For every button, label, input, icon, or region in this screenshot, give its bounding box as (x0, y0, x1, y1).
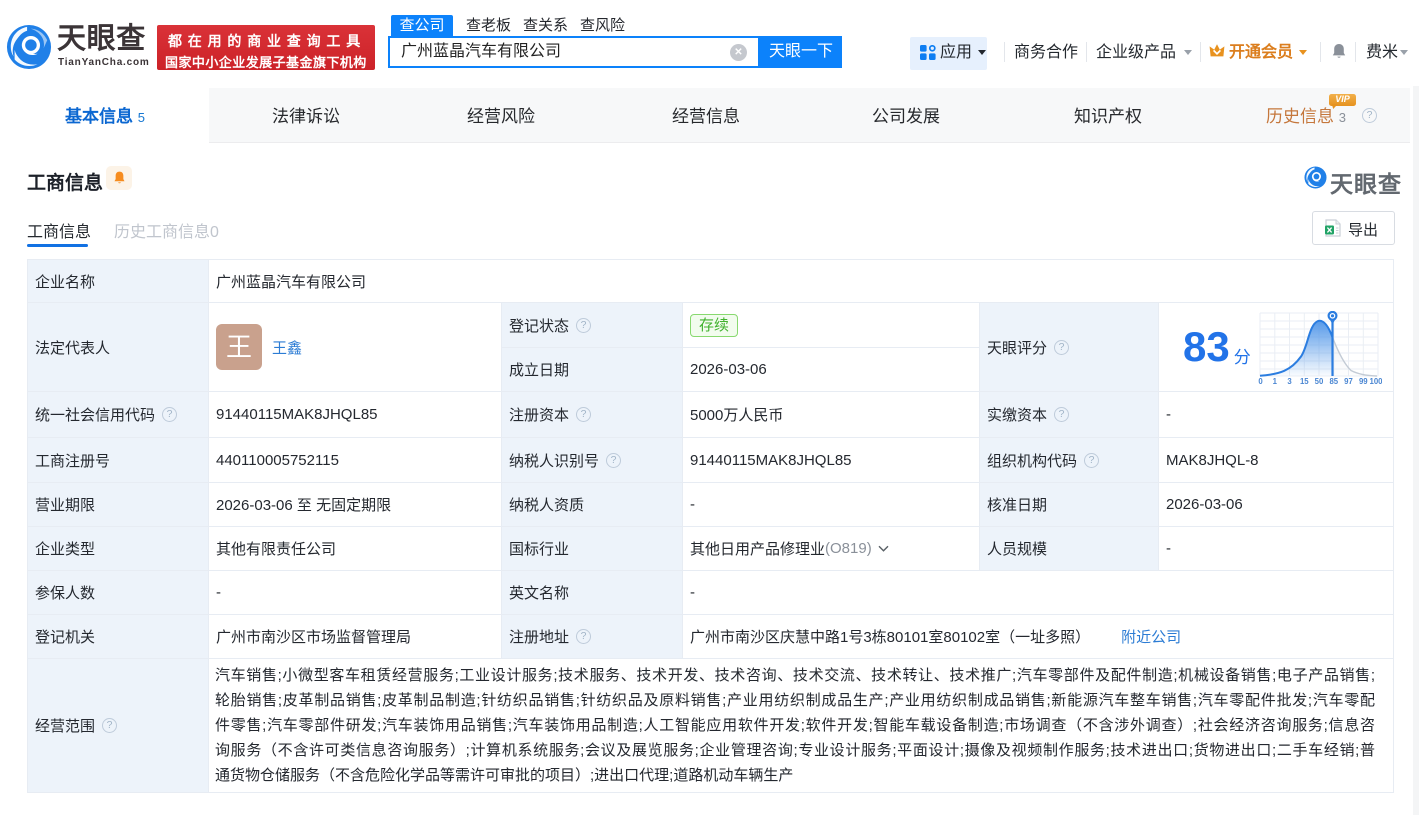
svg-text:85: 85 (1329, 377, 1338, 386)
svg-text:99: 99 (1359, 377, 1368, 386)
svg-text:100: 100 (1369, 377, 1382, 386)
svg-text:50: 50 (1315, 377, 1324, 386)
svg-text:3: 3 (1287, 377, 1292, 386)
svg-text:97: 97 (1344, 377, 1353, 386)
svg-text:1: 1 (1273, 377, 1278, 386)
svg-text:0: 0 (1258, 377, 1263, 386)
svg-text:15: 15 (1300, 377, 1309, 386)
